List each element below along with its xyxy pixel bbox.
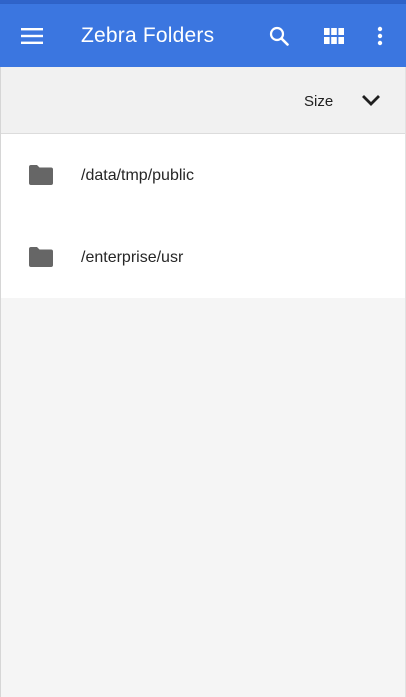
list-item[interactable]: /enterprise/usr [0, 216, 406, 298]
sort-bar: Size [0, 67, 406, 134]
folder-icon [29, 165, 53, 185]
menu-button[interactable] [14, 20, 50, 52]
sort-label: Size [304, 93, 334, 110]
app-toolbar: Zebra Folders [0, 4, 406, 67]
folder-icon [29, 247, 53, 267]
app-window: Zebra Folders Size /data/tmp/public /ent… [0, 0, 406, 697]
grid-view-button[interactable] [316, 18, 352, 54]
search-icon [269, 26, 289, 46]
search-button[interactable] [261, 18, 297, 54]
sort-dropdown[interactable]: Size [294, 84, 394, 118]
chevron-down-icon [362, 95, 380, 106]
folder-path: /data/tmp/public [81, 167, 194, 184]
more-vert-icon [377, 26, 383, 46]
folder-path: /enterprise/usr [81, 249, 184, 266]
app-title: Zebra Folders [81, 24, 215, 47]
hamburger-menu-icon [21, 28, 43, 44]
list-item[interactable]: /data/tmp/public [0, 134, 406, 216]
folder-list: /data/tmp/public /enterprise/usr [0, 134, 406, 298]
more-options-button[interactable] [362, 18, 398, 54]
grid-view-icon [324, 28, 344, 44]
empty-content-area [0, 298, 406, 697]
left-edge [0, 67, 1, 697]
